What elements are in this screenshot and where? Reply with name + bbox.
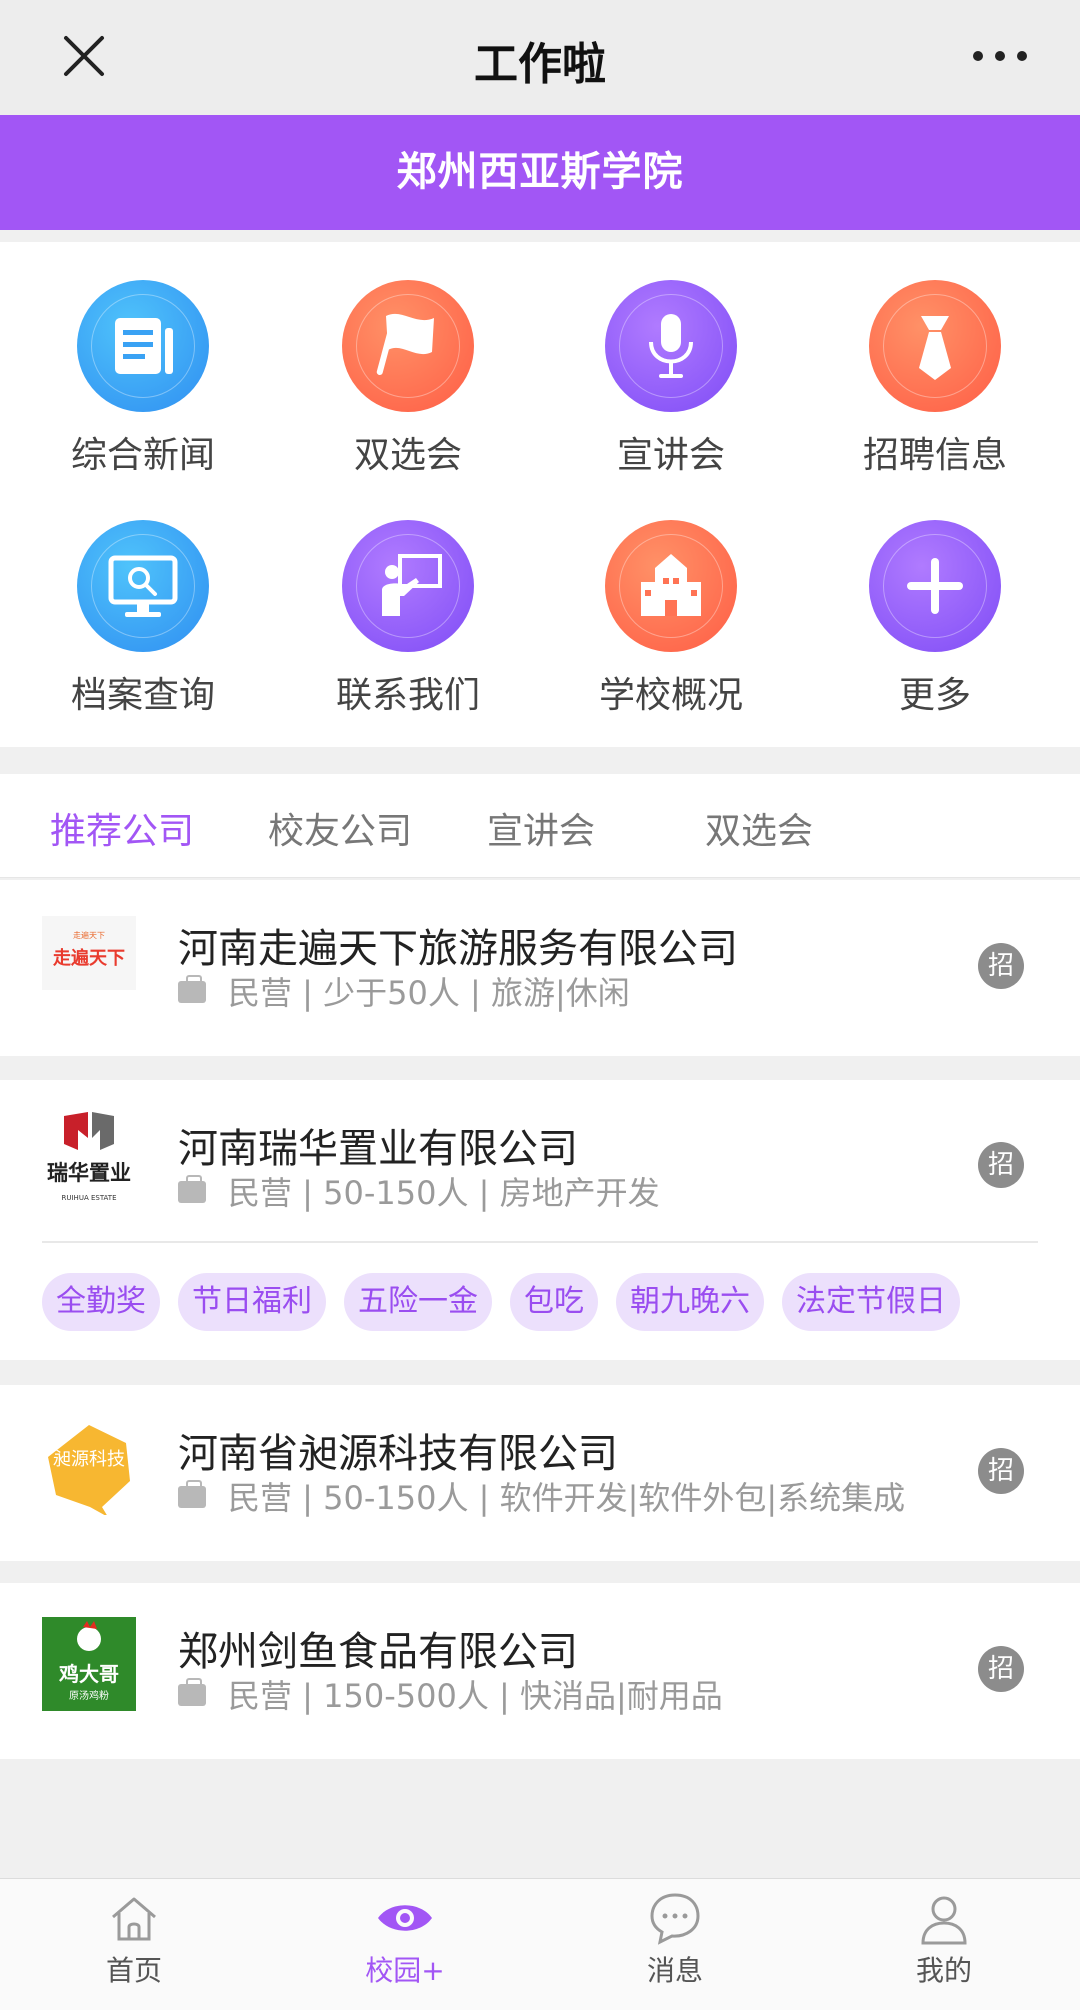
- company-name: 郑州剑鱼食品有限公司: [178, 1629, 578, 1675]
- briefcase-icon: [178, 1480, 206, 1508]
- menu-item-more[interactable]: 更多: [800, 520, 1070, 718]
- menu-item-recruitment[interactable]: 招聘信息: [800, 280, 1070, 478]
- logo-text: 昶源科技: [53, 1449, 125, 1470]
- company-logo: 走遍天下 走遍天下: [42, 916, 136, 990]
- school-building-icon: [605, 520, 737, 652]
- eye-icon: [378, 1905, 432, 1931]
- feature-grid: 综合新闻 双选会 宣讲会 招聘信息 档案查询 联系我们 学校概况 更多: [0, 242, 1080, 747]
- logo-subtext: 原汤鸡粉: [69, 1689, 109, 1702]
- briefcase-icon: [178, 975, 206, 1003]
- tab-recommended-companies[interactable]: 推荐公司: [50, 802, 194, 854]
- monitor-search-icon: [77, 520, 209, 652]
- tie-icon: [869, 280, 1001, 412]
- page-title: 工作啦: [474, 39, 606, 90]
- bottom-tab-campus[interactable]: 校园+: [335, 1889, 475, 1989]
- hiring-badge: 招: [978, 1646, 1024, 1692]
- more-options-icon[interactable]: [970, 44, 1030, 68]
- hiring-badge: 招: [978, 1448, 1024, 1494]
- tab-job-fairs[interactable]: 双选会: [705, 802, 813, 854]
- briefcase-icon: [178, 1678, 206, 1706]
- benefit-tag: 节日福利: [178, 1273, 326, 1331]
- bottom-tab-label: 校园+: [365, 1954, 445, 1987]
- microphone-icon: [605, 280, 737, 412]
- benefit-tag: 朝九晚六: [616, 1273, 764, 1331]
- plus-icon: [869, 520, 1001, 652]
- bottom-tab-messages[interactable]: 消息: [605, 1889, 745, 1989]
- benefit-tag: 五险一金: [344, 1273, 492, 1331]
- company-info: 民营 | 少于50人 | 旅游|休闲: [178, 968, 630, 1014]
- logo-subtext: 走遍天下: [73, 930, 105, 940]
- flag-icon: [342, 280, 474, 412]
- bottom-tab-profile[interactable]: 我的: [874, 1889, 1014, 1989]
- top-nav-bar: 工作啦: [0, 0, 1080, 115]
- bottom-tab-home[interactable]: 首页: [64, 1889, 204, 1989]
- menu-label: 招聘信息: [862, 435, 1007, 476]
- chat-icon: [650, 1893, 700, 1945]
- tab-presentations[interactable]: 宣讲会: [487, 802, 595, 854]
- benefit-tags: 全勤奖 节日福利 五险一金 包吃 朝九晚六 法定节假日: [42, 1273, 978, 1331]
- news-icon: [77, 280, 209, 412]
- hiring-badge: 招: [978, 943, 1024, 989]
- bottom-tab-label: 我的: [915, 1954, 972, 1987]
- company-card[interactable]: 走遍天下 走遍天下 河南走遍天下旅游服务有限公司 民营 | 少于50人 | 旅游…: [0, 880, 1080, 1056]
- menu-label: 联系我们: [335, 675, 480, 716]
- company-name: 河南走遍天下旅游服务有限公司: [178, 926, 738, 972]
- company-info: 民营 | 50-150人 | 房地产开发: [178, 1168, 660, 1214]
- logo-subtext: RUIHUA ESTATE: [62, 1194, 117, 1202]
- bottom-tab-label: 消息: [646, 1954, 703, 1987]
- menu-item-school-overview[interactable]: 学校概况: [536, 520, 806, 718]
- bottom-tab-bar: 首页 校园+ 消息 我的: [0, 1878, 1080, 2010]
- company-name: 河南省昶源科技有限公司: [178, 1431, 618, 1477]
- divider: [42, 1241, 1038, 1243]
- school-banner: 郑州西亚斯学院: [0, 115, 1080, 230]
- company-name: 河南瑞华置业有限公司: [178, 1126, 578, 1172]
- logo-text: 瑞华置业: [47, 1161, 131, 1185]
- company-tabs: 推荐公司 校友公司 宣讲会 双选会: [0, 774, 1080, 878]
- briefcase-icon: [178, 1175, 206, 1203]
- teacher-board-icon: [342, 520, 474, 652]
- menu-label: 双选会: [353, 435, 462, 476]
- logo-text: 走遍天下: [53, 947, 125, 969]
- company-card[interactable]: 昶源科技 河南省昶源科技有限公司 民营 | 50-150人 | 软件开发|软件外…: [0, 1385, 1080, 1561]
- benefit-tag: 法定节假日: [782, 1273, 960, 1331]
- menu-label: 更多: [898, 675, 971, 716]
- logo-text: 鸡大哥: [58, 1662, 119, 1686]
- menu-item-contact-us[interactable]: 联系我们: [273, 520, 543, 718]
- menu-item-news[interactable]: 综合新闻: [8, 280, 278, 478]
- menu-label: 综合新闻: [70, 435, 215, 476]
- company-logo: 鸡大哥 原汤鸡粉: [42, 1617, 136, 1711]
- home-icon: [112, 1897, 156, 1941]
- user-icon: [921, 1896, 967, 1945]
- company-info: 民营 | 50-150人 | 软件开发|软件外包|系统集成: [178, 1473, 905, 1519]
- menu-label: 宣讲会: [616, 435, 725, 476]
- company-logo: 昶源科技: [48, 1425, 130, 1515]
- company-logo: 瑞华置业 RUIHUA ESTATE: [47, 1112, 131, 1202]
- hiring-badge: 招: [978, 1142, 1024, 1188]
- company-card[interactable]: 鸡大哥 原汤鸡粉 郑州剑鱼食品有限公司 民营 | 150-500人 | 快消品|…: [0, 1583, 1080, 1759]
- tab-alumni-companies[interactable]: 校友公司: [268, 802, 412, 854]
- bottom-tab-label: 首页: [105, 1954, 162, 1987]
- menu-label: 档案查询: [70, 675, 215, 716]
- benefit-tag: 包吃: [510, 1273, 598, 1331]
- company-card[interactable]: 瑞华置业 RUIHUA ESTATE 河南瑞华置业有限公司 民营 | 50-15…: [0, 1080, 1080, 1360]
- company-info: 民营 | 150-500人 | 快消品|耐用品: [178, 1671, 723, 1717]
- menu-label: 学校概况: [598, 675, 743, 716]
- menu-item-job-fair[interactable]: 双选会: [273, 280, 543, 478]
- menu-item-archive-search[interactable]: 档案查询: [8, 520, 278, 718]
- menu-item-presentation[interactable]: 宣讲会: [536, 280, 806, 478]
- benefit-tag: 全勤奖: [42, 1273, 160, 1331]
